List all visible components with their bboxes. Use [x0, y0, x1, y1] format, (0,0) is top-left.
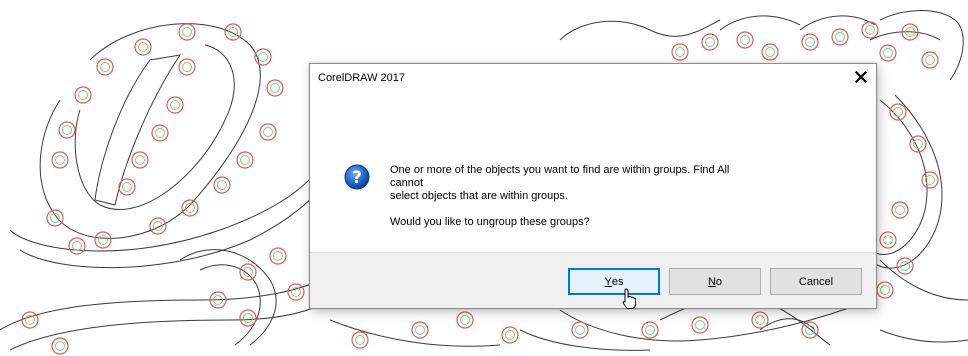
no-label: o [715, 275, 723, 288]
cancel-button[interactable]: Cancel [770, 268, 862, 295]
dialog-titlebar[interactable]: CorelDRAW 2017 [310, 64, 876, 94]
ungroup-dialog: CorelDRAW 2017 ? One or more of the obje… [309, 63, 877, 309]
svg-text:?: ? [352, 168, 362, 188]
message-line-2: cannot [390, 177, 424, 189]
close-button[interactable] [846, 64, 876, 90]
message-line-1: One or more of the objects you want to f… [390, 164, 730, 176]
dialog-button-bar: Yes No Cancel [310, 252, 876, 308]
yes-button[interactable]: Yes [568, 268, 660, 295]
question-icon: ? [344, 164, 370, 190]
yes-label: es [611, 275, 624, 288]
dialog-question: Would you like to ungroup these groups? [390, 216, 590, 228]
no-button[interactable]: No [669, 268, 761, 295]
yes-mnemonic: Y [604, 275, 612, 288]
hand-cursor-icon [622, 288, 636, 309]
no-mnemonic: N [707, 275, 716, 288]
close-icon [855, 71, 867, 83]
message-line-3: select objects that are within groups. [390, 190, 568, 202]
dialog-message: One or more of the objects you want to f… [390, 164, 850, 229]
dialog-content: ? One or more of the objects you want to… [310, 94, 876, 252]
dialog-title: CorelDRAW 2017 [318, 72, 406, 84]
